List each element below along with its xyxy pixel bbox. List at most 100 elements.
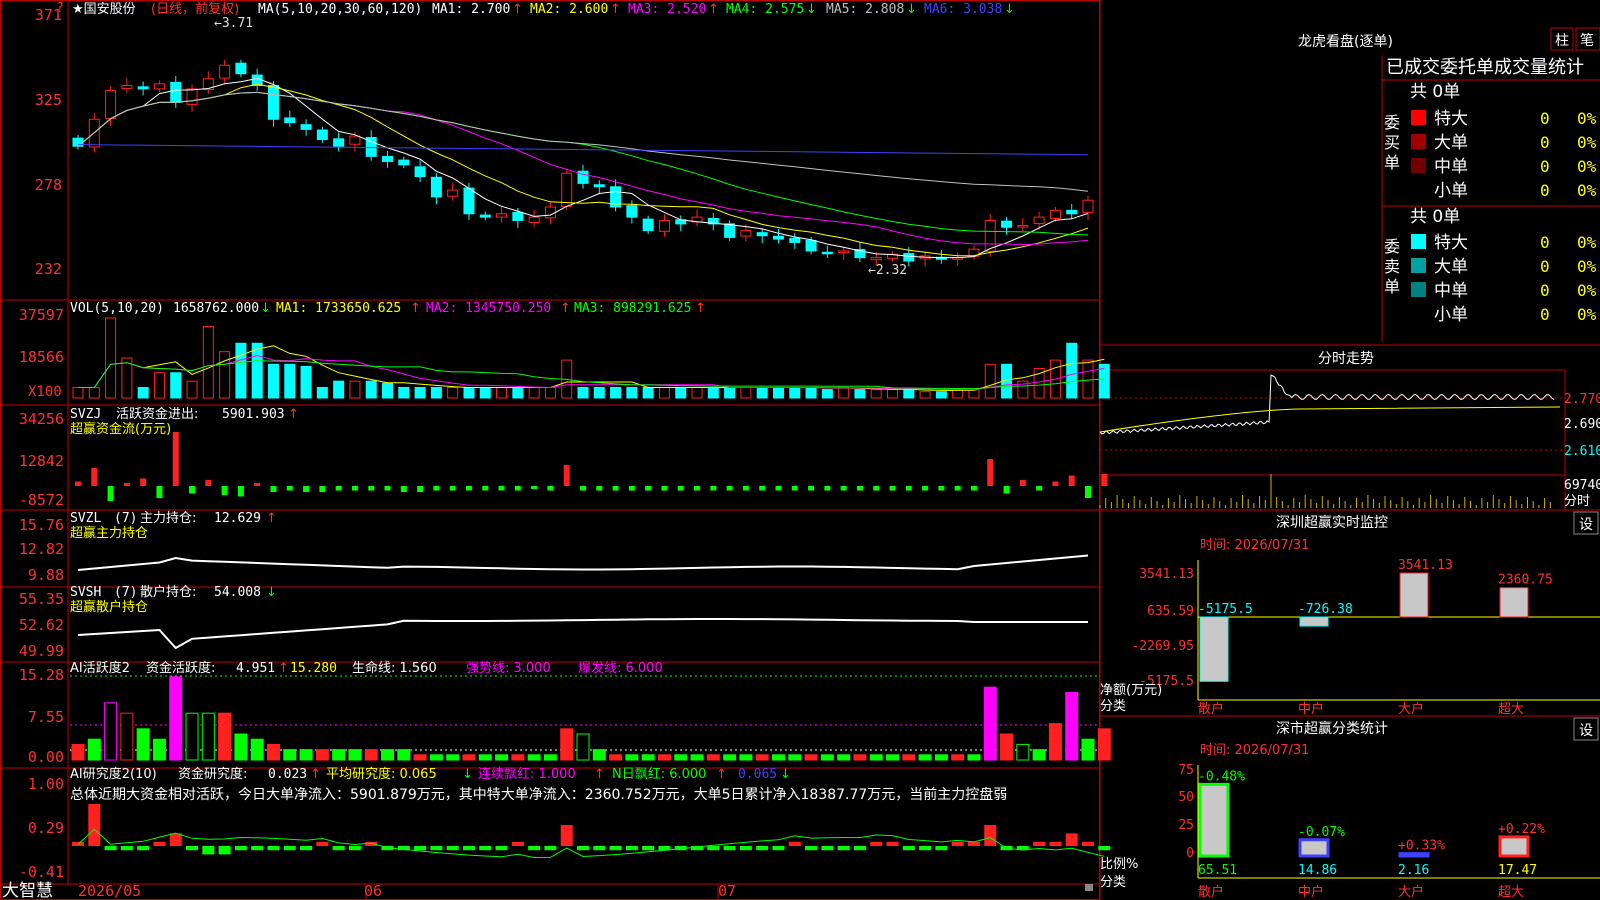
active-bar xyxy=(967,754,981,761)
active-bar xyxy=(788,754,802,761)
candle-body xyxy=(382,155,394,162)
candle-body xyxy=(349,135,361,145)
brand-logo[interactable]: 大智慧 xyxy=(2,881,53,900)
vol-tick-0: 37597 xyxy=(19,306,64,324)
active-bar xyxy=(902,754,916,761)
research-bars[interactable] xyxy=(72,804,1111,859)
active-bar xyxy=(560,728,574,761)
stock-name[interactable]: ★国安股份 xyxy=(72,2,136,17)
research-tick-1: 0.29 xyxy=(28,819,64,837)
vol-ma3: MA3: 898291.625 xyxy=(574,301,691,316)
fund-flow-bar xyxy=(759,486,766,491)
research-bar xyxy=(1049,841,1062,846)
fund-flow-bar xyxy=(1019,480,1026,486)
sell-s-count: 0 xyxy=(1540,305,1550,324)
fund-flow-bar xyxy=(677,486,684,491)
ma3-value: MA3: 2.520 xyxy=(628,2,706,17)
flow-tick-2: -8572 xyxy=(19,491,64,509)
candle-body xyxy=(984,220,996,252)
main-hold-line xyxy=(77,554,1089,571)
buy-m-label: 中单 xyxy=(1434,157,1468,177)
candle-body xyxy=(186,88,198,105)
volume-bars[interactable] xyxy=(72,317,1110,399)
ma5-value: MA5: 2.808 xyxy=(826,2,904,17)
volume-bar xyxy=(772,386,784,399)
sz-monitor-tick-2: -2269.95 xyxy=(1131,639,1194,654)
active-bar xyxy=(853,754,867,761)
sz-monitor-value: -726.38 xyxy=(1298,602,1353,617)
research-bar xyxy=(772,846,785,851)
ma6-arrow: ↓ xyxy=(1004,2,1015,17)
fund-flow-bar xyxy=(596,486,603,491)
volume-bar xyxy=(202,325,214,399)
fund-flow-bar xyxy=(221,486,228,495)
volume-bar xyxy=(642,386,654,399)
active-burst: 爆发线: 6.000 xyxy=(578,660,663,676)
sz-class-bar xyxy=(1498,835,1530,858)
fund-flow-bars[interactable] xyxy=(75,432,1108,501)
research-bar xyxy=(739,846,752,851)
research-bar xyxy=(1098,846,1111,851)
active-bar xyxy=(201,712,215,761)
candle-body xyxy=(756,232,768,237)
candle-body xyxy=(593,184,605,188)
right-panels xyxy=(1099,374,1561,508)
fund-flow-bar xyxy=(514,486,521,491)
sell-s-label: 小单 xyxy=(1434,305,1468,325)
research-bar xyxy=(1082,841,1094,846)
buy-xl-pct: 0% xyxy=(1577,109,1597,128)
volume-bar xyxy=(170,372,182,399)
candlestick-series[interactable] xyxy=(72,59,1094,267)
candle-body xyxy=(153,83,165,90)
vol-title: VOL(5,10,20) xyxy=(70,301,164,316)
fund-flow-bar xyxy=(661,486,668,491)
active-bar xyxy=(87,738,101,761)
sell-s-pct: 0% xyxy=(1577,305,1597,324)
candle-body xyxy=(170,81,182,103)
volume-bar xyxy=(789,386,801,399)
hold-sub: 超赢主力持仓 xyxy=(70,525,148,541)
candle-body xyxy=(772,235,784,240)
candle-body xyxy=(1017,225,1029,228)
research-bar xyxy=(919,846,932,851)
fund-flow-bar xyxy=(922,486,929,491)
buy-side-label: 委买单 xyxy=(1384,113,1400,172)
order-stats-header: 已成交委托单成交量统计 xyxy=(1386,57,1584,78)
volume-bar xyxy=(447,386,459,399)
sell-xl-count: 0 xyxy=(1540,233,1550,252)
fund-flow-bar xyxy=(205,480,212,486)
sz-class-tick-1: 50 xyxy=(1178,790,1194,805)
buy-s-count: 0 xyxy=(1540,181,1550,200)
sz-monitor-bars[interactable]: -5175.5 散户 -726.38 中户 3541.13 大户 2360.75 超大 xyxy=(1198,558,1553,717)
research-bar xyxy=(120,846,133,851)
volume-bar xyxy=(219,351,231,399)
candle-body xyxy=(496,213,508,218)
fund-flow-bar xyxy=(351,486,358,491)
fund-flow-bar xyxy=(694,486,701,491)
flow-name: 活跃资金进出: xyxy=(116,406,198,422)
research-bar xyxy=(984,825,997,846)
fund-flow-bar xyxy=(547,486,554,491)
fund-flow-bar xyxy=(286,486,293,491)
fund-flow-bar xyxy=(1052,481,1059,486)
volume-bar xyxy=(267,363,279,399)
sz-class-bars[interactable]: 65.51 -0.48% 散户 14.86 -0.07% 中户 2.16 +0.33% 大户 17… xyxy=(1198,769,1545,900)
sz-monitor-value: 2360.75 xyxy=(1498,573,1553,588)
ma4-arrow: ↓ xyxy=(806,2,817,17)
research-bar xyxy=(609,846,622,851)
vol-tick-1: 18566 xyxy=(19,348,64,366)
volume-bar xyxy=(105,317,117,399)
active-bar xyxy=(478,754,492,761)
sz-class-value: 14.86 xyxy=(1298,863,1337,878)
lock-icon[interactable] xyxy=(1085,884,1093,891)
candle-body xyxy=(789,237,801,243)
flow-arrow: ↑ xyxy=(288,407,299,422)
candle-body xyxy=(219,64,231,79)
candle-body xyxy=(805,239,817,252)
sz-class-bar xyxy=(1298,838,1330,858)
volume-bar xyxy=(1082,359,1094,399)
active-bars[interactable] xyxy=(70,675,1111,761)
fund-flow-bar xyxy=(449,486,456,491)
fund-flow-bar xyxy=(938,486,945,491)
active-bar xyxy=(771,754,785,761)
